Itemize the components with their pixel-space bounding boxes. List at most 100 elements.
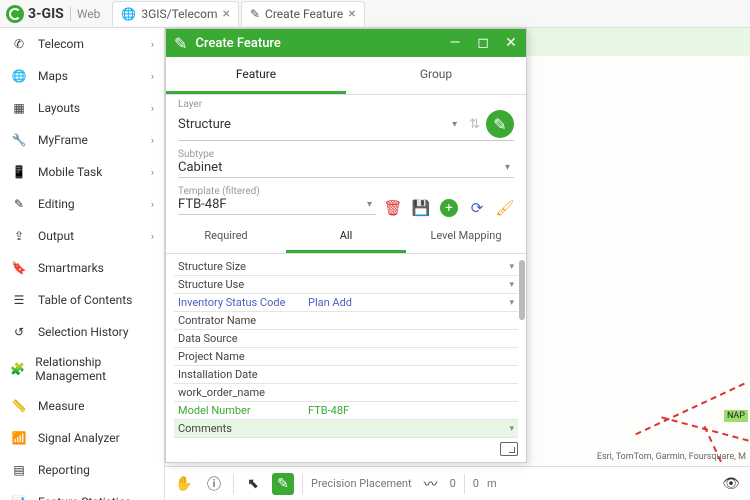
map-attribution: Esri, TomTom, Garmin, Foursquare, M [597,452,746,462]
attr-row[interactable]: Inventory Status CodePlan Add▾ [174,294,518,312]
delete-icon[interactable]: 🗑 [384,199,402,217]
scrollbar[interactable] [519,260,525,320]
precision-label: Precision Placement [311,477,412,490]
brand-sub: Web [70,7,101,21]
layers-icon: ☰ [10,291,28,309]
pointer-icon[interactable]: ⬉ [242,473,264,495]
draw-icon[interactable]: ✎ [272,473,294,495]
map-canvas[interactable]: NAP Esri, TomTom, Garmin, Foursquare, M … [165,28,750,500]
divider [233,474,234,494]
chevron-down-icon[interactable]: ▾ [448,119,461,130]
template-select[interactable]: FTB-48F [178,197,363,212]
sidebar-item-label: Mobile Task [38,165,102,179]
pencil-icon: ✎ [10,195,28,213]
sidebar-item-toc[interactable]: ☰Table of Contents [0,284,164,316]
chevron-right-icon: › [151,198,154,211]
chevron-right-icon: › [151,166,154,179]
brand-name: 3-GIS [28,6,64,22]
expand-icon[interactable] [500,442,518,456]
line-icon[interactable]: 〰 [420,473,442,495]
sidebar-item-reporting[interactable]: ▤ Reporting [0,454,164,486]
tab-group[interactable]: Group [346,57,526,94]
attr-row[interactable]: Data Source [174,330,518,348]
brush-icon[interactable]: 🖌 [496,199,514,217]
pencil-icon: ✎ [250,7,260,21]
maximize-icon[interactable]: ◻ [476,35,490,51]
sidebar-item-myframe[interactable]: 🔧MyFrame› [0,124,164,156]
save-icon[interactable]: 💾 [412,199,430,217]
chevron-right-icon: › [151,102,154,115]
sidebar-item-label: Telecom [38,37,84,51]
tab-feature[interactable]: Feature [166,57,346,94]
chevron-down-icon[interactable]: ▾ [363,199,376,210]
chevron-right-icon: › [151,70,154,83]
sync-icon[interactable]: ⟳ [468,199,486,217]
app-tab-label: 3GIS/Telecom [141,7,217,21]
map-line [635,383,745,436]
sidebar-item-output[interactable]: ⇪Output› [0,220,164,252]
close-icon[interactable]: × [348,6,355,22]
chevron-right-icon: › [151,38,154,51]
minimize-icon[interactable]: — [448,35,462,51]
sidebar-item-editing[interactable]: ✎Editing› [0,188,164,220]
attr-row[interactable]: work_order_name [174,384,518,402]
close-icon[interactable]: ✕ [504,35,518,51]
app-topbar: 3-GIS Web 🌐 3GIS/Telecom × ✎ Create Feat… [0,0,750,28]
sidebar-item-label: Reporting [38,463,90,477]
sidebar-item-label: Selection History [38,325,129,339]
sidebar-item-smartmarks[interactable]: 🔖Smartmarks [0,252,164,284]
excel-icon: ▤ [10,461,28,479]
app-tabs: 🌐 3GIS/Telecom × ✎ Create Feature × [112,1,364,26]
sidebar-item-maps[interactable]: 🌐 Maps › [0,60,164,92]
attr-row[interactable]: Project Name [174,348,518,366]
panel-header[interactable]: ✎ Create Feature — ◻ ✕ [166,29,526,57]
mobile-icon: 📱 [10,163,28,181]
arrange-icon[interactable]: ⇅ [469,117,480,132]
divider [302,474,303,494]
tab-required[interactable]: Required [166,221,286,253]
draw-tool-button[interactable]: ✎ [486,110,514,138]
visibility-icon[interactable]: 👁 [720,473,742,495]
bottom-toolbar: ✋ ⓘ ⬉ ✎ Precision Placement 〰 0 0 m 👁 [165,466,750,500]
sidebar-item-layouts[interactable]: ▦Layouts› [0,92,164,124]
attr-row[interactable]: Comments▾ [174,420,518,438]
close-icon[interactable]: × [222,6,229,22]
feature-group-tabs: Feature Group [166,57,526,95]
logo-icon [6,5,24,23]
sidebar-item-measure[interactable]: 📏Measure [0,390,164,422]
sidebar-item-relationship[interactable]: 🧩Relationship Management [0,348,164,390]
sidebar-item-telecom[interactable]: ✆Telecom› [0,28,164,60]
attribute-table: Structure Size▾ Structure Use▾ Inventory… [166,254,526,438]
app-tab-telecom[interactable]: 🌐 3GIS/Telecom × [112,1,239,26]
info-icon[interactable]: ⓘ [203,473,225,495]
attr-row[interactable]: Structure Size▾ [174,258,518,276]
attr-row[interactable]: Contrator Name [174,312,518,330]
chevron-down-icon[interactable]: ▾ [501,162,514,173]
output-icon: ⇪ [10,227,28,245]
history-icon: ↺ [10,323,28,341]
sidebar-item-selection-history[interactable]: ↺ Selection History [0,316,164,348]
sidebar-item-label: Measure [38,399,85,413]
sidebar-item-mobile-task[interactable]: 📱 Mobile Task › [0,156,164,188]
sidebar-item-signal[interactable]: 📶Signal Analyzer [0,422,164,454]
pan-icon[interactable]: ✋ [173,473,195,495]
sidebar-item-label: Relationship Management [35,355,154,383]
sidebar-item-label: Feature Statistics [38,495,131,500]
value-zero: 0 [473,477,479,490]
sidebar-item-label: Maps [38,69,68,83]
tab-all[interactable]: All [286,221,406,253]
sidebar-item-label: Layouts [38,101,80,115]
app-tab-create-feature[interactable]: ✎ Create Feature × [241,1,365,26]
panel-title: Create Feature [195,36,280,51]
sidebar-item-label: Signal Analyzer [38,431,120,445]
value-zero: 0 [450,477,456,490]
subtype-select[interactable]: Cabinet [178,160,501,175]
attr-row[interactable]: Model NumberFTB-48F [174,402,518,420]
tab-level-mapping[interactable]: Level Mapping [406,221,526,253]
globe-icon: 🌐 [10,67,28,85]
layer-select[interactable]: Structure [178,117,448,132]
sidebar-item-stats[interactable]: 📊Feature Statistics [0,486,164,500]
add-icon[interactable]: + [440,199,458,217]
attr-row[interactable]: Installation Date [174,366,518,384]
attr-row[interactable]: Structure Use▾ [174,276,518,294]
